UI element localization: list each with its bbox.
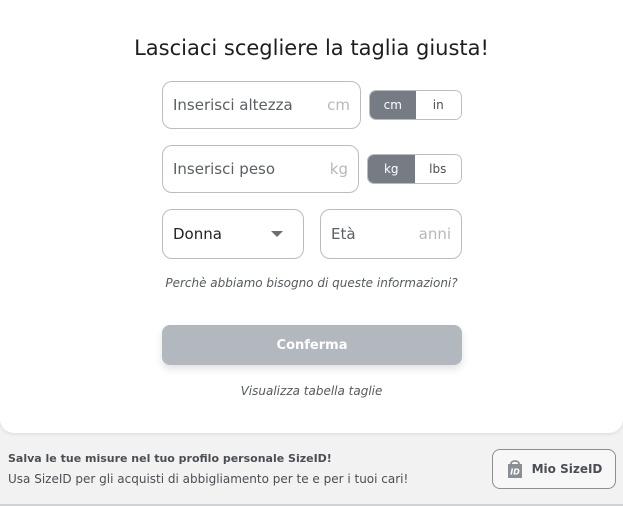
height-unit-in[interactable]: in [415,91,461,119]
footer-title: Salva le tue misure nel tuo profilo pers… [8,452,332,465]
size-chart-link[interactable]: Visualizza tabella taglie [0,384,623,398]
footer-subtitle: Usa SizeID per gli acquisti di abbigliam… [8,472,409,486]
gender-value: Donna [173,225,222,243]
size-form-card: Lasciaci scegliere la taglia giusta! Ins… [0,0,623,433]
weight-unit-lbs[interactable]: lbs [414,155,461,183]
height-unit-toggle: cm in [369,90,462,120]
weight-unit-suffix: kg [329,160,348,178]
sizeid-bag-icon: ID [507,460,522,478]
age-input[interactable]: Età anni [320,209,462,259]
age-unit-suffix: anni [418,225,451,243]
mio-sizeid-label: Mio SizeID [531,462,603,476]
height-unit-suffix: cm [327,96,350,114]
weight-input[interactable]: Inserisci peso kg [162,145,359,193]
gender-select[interactable]: Donna [162,209,304,259]
height-placeholder: Inserisci altezza [173,96,293,114]
chevron-down-icon [271,231,283,237]
confirm-button[interactable]: Conferma [162,325,462,365]
mio-sizeid-button[interactable]: ID Mio SizeID [492,449,616,489]
why-info-link[interactable]: Perchè abbiamo bisogno di queste informa… [0,276,623,290]
weight-unit-kg[interactable]: kg [368,155,415,183]
weight-unit-toggle: kg lbs [367,154,462,184]
svg-text:ID: ID [510,468,520,477]
form-title: Lasciaci scegliere la taglia giusta! [134,36,489,60]
weight-placeholder: Inserisci peso [173,160,276,178]
height-unit-cm[interactable]: cm [370,91,416,119]
height-input[interactable]: Inserisci altezza cm [162,81,361,129]
age-placeholder: Età [331,225,356,243]
